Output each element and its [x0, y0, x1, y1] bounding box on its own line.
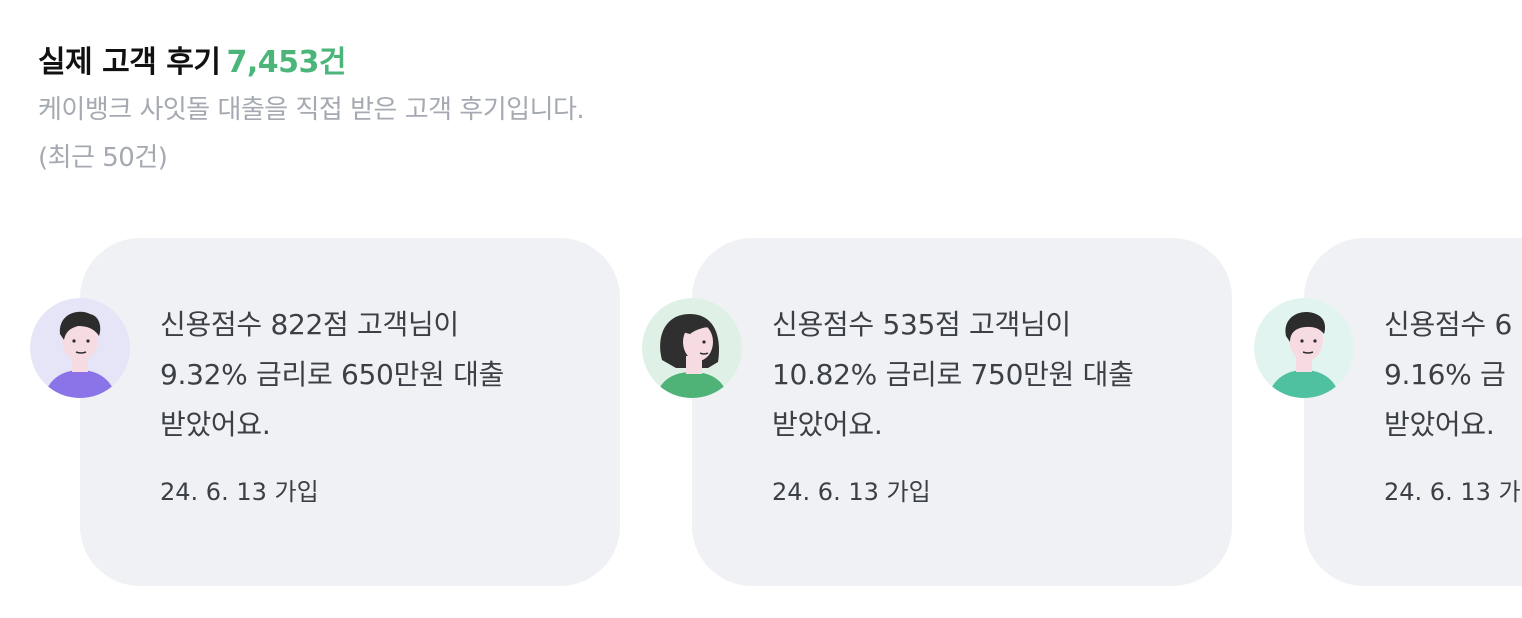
review-date: 24. 6. 13 가	[1384, 478, 1521, 506]
review-score-line: 신용점수 6	[1384, 308, 1512, 341]
review-text: 신용점수 822점 고객님이 9.32% 금리로 650만원 대출 받았어요.	[160, 300, 580, 450]
reviews-subtitle-line: 케이뱅크 사잇돌 대출을 직접 받은 고객 후기입니다.	[38, 95, 585, 125]
reviews-subtitle-note: (최근 50건)	[38, 143, 168, 173]
review-text: 신용점수 535점 고객님이 10.82% 금리로 750만원 대출 받았어요.	[772, 300, 1192, 450]
review-loan-line: 9.16% 금	[1384, 358, 1506, 391]
man-avatar-teal-shirt-icon	[1254, 298, 1354, 398]
review-card-3[interactable]: 신용점수 6 9.16% 금 받았어요. 24. 6. 13 가	[1254, 238, 1522, 588]
review-card-2[interactable]: 신용점수 535점 고객님이 10.82% 금리로 750만원 대출 받았어요.…	[642, 238, 1262, 588]
review-date: 24. 6. 13 가입	[772, 478, 931, 506]
review-date: 24. 6. 13 가입	[160, 478, 319, 506]
review-score-line: 신용점수 822점 고객님이	[160, 308, 459, 341]
reviews-subtitle: 케이뱅크 사잇돌 대출을 직접 받은 고객 후기입니다. (최근 50건)	[38, 86, 585, 182]
review-text: 신용점수 6 9.16% 금 받았어요.	[1384, 300, 1522, 450]
review-end-line: 받았어요.	[1384, 408, 1495, 441]
reviews-title-text: 실제 고객 후기	[38, 45, 221, 80]
woman-avatar-green-shirt-icon	[642, 298, 742, 398]
reviews-title: 실제 고객 후기 7,453건	[38, 40, 584, 86]
man-avatar-purple-shirt-icon	[30, 298, 130, 398]
review-end-line: 받았어요.	[160, 408, 271, 441]
review-loan-line: 10.82% 금리로 750만원 대출	[772, 358, 1134, 391]
review-card-1[interactable]: 신용점수 822점 고객님이 9.32% 금리로 650만원 대출 받았어요. …	[30, 238, 650, 588]
review-end-line: 받았어요.	[772, 408, 883, 441]
review-loan-line: 9.32% 금리로 650만원 대출	[160, 358, 505, 391]
review-carousel[interactable]: 신용점수 822점 고객님이 9.32% 금리로 650만원 대출 받았어요. …	[0, 238, 1522, 588]
reviews-count: 7,453건	[226, 45, 347, 80]
reviews-header: 실제 고객 후기 7,453건 케이뱅크 사잇돌 대출을 직접 받은 고객 후기입…	[38, 40, 585, 182]
review-score-line: 신용점수 535점 고객님이	[772, 308, 1071, 341]
